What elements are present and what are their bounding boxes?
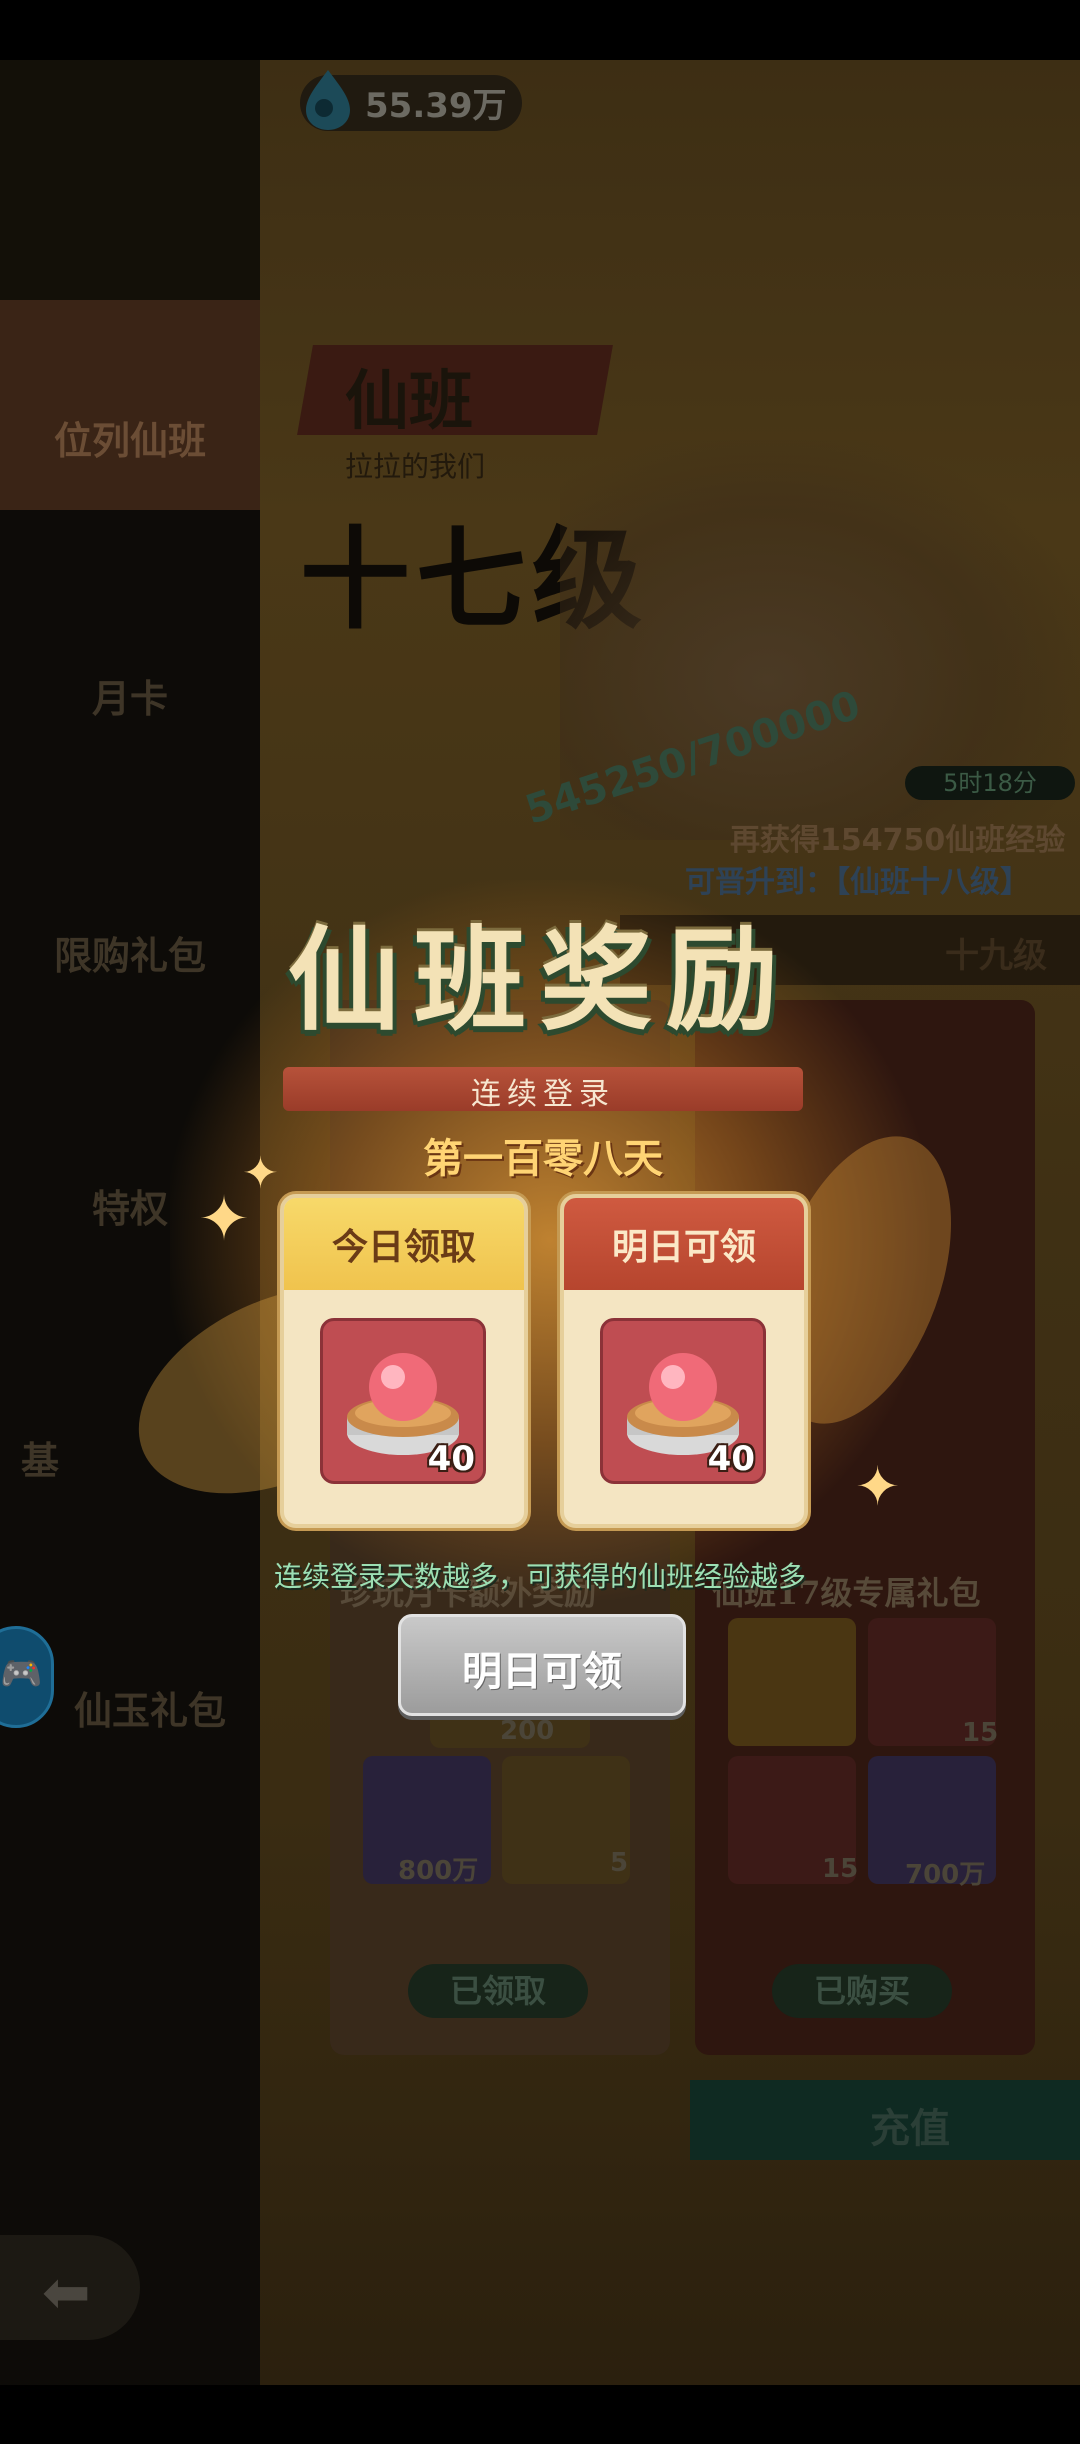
sidebar-item-jade-pack[interactable]: 仙玉礼包 <box>20 1680 280 1735</box>
reward-item-count: 200 <box>500 1716 555 1746</box>
claim-button-label: 明日可领 <box>462 1649 622 1695</box>
reward-item-slot[interactable]: 40 <box>600 1318 766 1484</box>
back-arrow-icon: ⬅ <box>42 2258 91 2326</box>
exp-needed-text: 再获得154750仙班经验 <box>730 823 1066 858</box>
sparkle-icon: ✦ <box>198 1182 250 1255</box>
streak-hint: 连续登录天数越多，可获得的仙班经验越多 <box>273 1560 806 1593</box>
sidebar-item-rank[interactable]: 位列仙班 <box>0 410 260 465</box>
purchased-button[interactable]: 已购买 <box>772 1964 952 2018</box>
reward-item-count: 5 <box>610 1848 629 1878</box>
reward-card-today: 今日领取 40 <box>280 1194 528 1528</box>
sidebar-item-monthly-card[interactable]: 月卡 <box>0 668 260 723</box>
pack-item-chest <box>728 1618 856 1746</box>
reward-title: 仙班奖励 <box>288 915 792 1046</box>
rank-subtitle: 拉拉的我们 <box>345 450 486 483</box>
currency-value: 55.39万 <box>365 86 507 126</box>
game-screen: 位列仙班 月卡 限购礼包 特权 基 仙玉礼包 55.39万 仙班 拉拉的我们 十… <box>0 0 1080 2444</box>
sidebar-item-active-bg <box>0 300 260 510</box>
reward-card-tomorrow: 明日可领 40 <box>560 1194 808 1528</box>
reward-item-count: 800万 <box>398 1856 479 1886</box>
login-day-count: 第一百零八天 <box>423 1135 663 1182</box>
reward-item-slot[interactable]: 40 <box>320 1318 486 1484</box>
rank-title: 仙班 <box>345 364 473 439</box>
item-count: 40 <box>707 1439 755 1479</box>
pack-item-count: 15 <box>962 1718 999 1748</box>
pack-item-count: 15 <box>822 1854 859 1884</box>
recharge-button[interactable]: 充值 <box>870 2096 950 2154</box>
claimed-button[interactable]: 已领取 <box>408 1964 588 2018</box>
pack-item-count: 700万 <box>905 1860 986 1890</box>
item-count: 40 <box>427 1439 475 1479</box>
drop-icon <box>306 70 350 130</box>
card-label: 明日可领 <box>611 1226 756 1268</box>
streak-label: 连续登录 <box>471 1077 615 1112</box>
timer-badge: 5时18分 <box>905 766 1075 800</box>
gamepad-icon: 🎮 <box>0 1654 43 1694</box>
card-label: 今日领取 <box>331 1226 476 1268</box>
level-tab-19[interactable]: 十九级 <box>945 928 1047 977</box>
sparkle-icon: ✦ <box>855 1455 901 1518</box>
